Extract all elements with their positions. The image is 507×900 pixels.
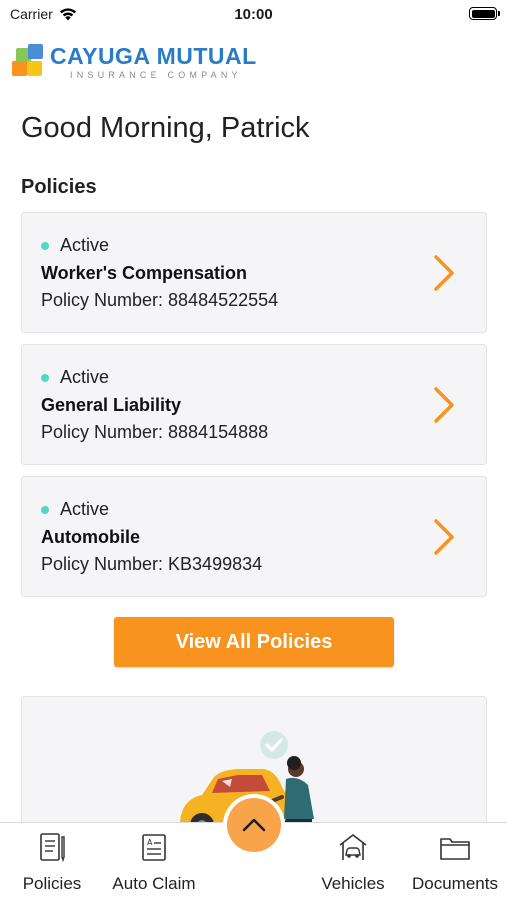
policy-status: Active xyxy=(41,235,109,256)
battery-icon xyxy=(469,7,500,20)
policy-status-label: Active xyxy=(60,499,110,519)
chevron-right-icon[interactable] xyxy=(430,385,458,425)
tab-policies[interactable]: Policies xyxy=(2,831,102,894)
car-garage-icon xyxy=(339,834,367,860)
policy-number: Policy Number: 8884154888 xyxy=(41,422,269,442)
status-bar: Carrier 10:00 xyxy=(0,0,507,28)
claim-form-icon: A xyxy=(142,834,166,861)
brand-tagline: INSURANCE COMPANY xyxy=(70,70,242,80)
policy-status-label: Active xyxy=(60,235,110,255)
tab-documents[interactable]: Documents xyxy=(405,831,505,894)
policy-card-general-liability[interactable]: Active General Liability Policy Number: … xyxy=(21,344,487,465)
policy-number: Policy Number: KB3499834 xyxy=(41,554,263,574)
chevron-right-icon[interactable] xyxy=(430,253,458,293)
policy-card-workers-comp[interactable]: Active Worker's Compensation Policy Numb… xyxy=(21,212,487,333)
tab-label: Vehicles xyxy=(321,874,385,893)
expand-menu-button[interactable] xyxy=(227,798,281,852)
policies-section-title: Policies xyxy=(21,176,97,198)
brand-name: CAYUGA MUTUAL xyxy=(50,43,257,69)
tab-vehicles[interactable]: Vehicles xyxy=(303,831,403,894)
folder-icon xyxy=(440,838,470,860)
tab-label: Policies xyxy=(22,874,82,893)
chevron-up-icon xyxy=(242,818,266,832)
policy-card-automobile[interactable]: Active Automobile Policy Number: KB34998… xyxy=(21,476,487,597)
svg-text:A: A xyxy=(147,838,153,847)
tab-auto-claim[interactable]: A Auto Claim xyxy=(104,831,204,894)
policy-status: Active xyxy=(41,499,109,520)
active-dot-icon xyxy=(41,241,49,250)
logo-mark-icon xyxy=(12,44,46,78)
active-dot-icon xyxy=(41,505,49,514)
greeting-heading: Good Morning, Patrick xyxy=(21,112,310,144)
policy-name: Automobile xyxy=(41,527,140,547)
brand-logo: CAYUGA MUTUAL INSURANCE COMPANY xyxy=(12,44,257,80)
policy-status-label: Active xyxy=(60,367,110,387)
view-all-policies-button[interactable]: View All Policies xyxy=(114,617,394,667)
active-dot-icon xyxy=(41,373,49,382)
tab-label: Auto Claim xyxy=(112,874,196,893)
policy-name: Worker's Compensation xyxy=(41,263,247,283)
policy-name: General Liability xyxy=(41,395,182,415)
clock: 10:00 xyxy=(234,6,273,23)
policy-number: Policy Number: 88484522554 xyxy=(41,290,279,310)
tab-label: Documents xyxy=(412,874,498,893)
document-pen-icon xyxy=(40,833,65,863)
policy-status: Active xyxy=(41,367,109,388)
chevron-right-icon[interactable] xyxy=(430,517,458,557)
